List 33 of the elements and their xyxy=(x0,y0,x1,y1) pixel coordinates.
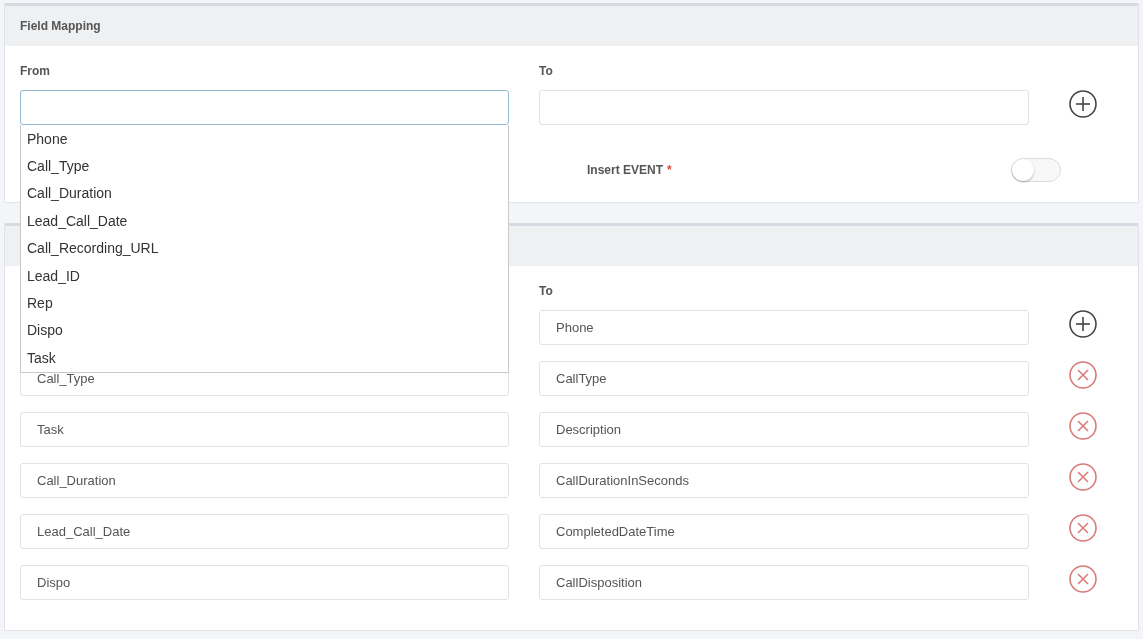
dropdown-option[interactable]: Lead_Call_Date xyxy=(21,207,508,235)
x-circle-icon[interactable] xyxy=(1069,412,1097,440)
text-field[interactable]: Phone xyxy=(539,310,1029,345)
dropdown-option[interactable]: Lead_ID xyxy=(21,261,508,290)
text-field[interactable]: CallDurationInSeconds xyxy=(539,463,1029,498)
x-circle-icon[interactable] xyxy=(1069,514,1097,542)
x-circle-icon[interactable] xyxy=(1069,463,1097,491)
text-field[interactable]: CompletedDateTime xyxy=(539,514,1029,549)
dropdown-option[interactable]: Phone xyxy=(21,125,508,153)
text-field[interactable]: Description xyxy=(539,412,1029,447)
plus-circle-icon[interactable] xyxy=(1069,90,1097,118)
x-circle-icon[interactable] xyxy=(1069,565,1097,593)
dropdown-option[interactable]: Call_Duration xyxy=(21,179,508,208)
text-field[interactable]: Dispo xyxy=(20,565,509,600)
field-label: To xyxy=(539,284,553,298)
text-field[interactable]: Task xyxy=(20,412,509,447)
text-field[interactable]: CallType xyxy=(539,361,1029,396)
field-label: To xyxy=(539,64,553,78)
dropdown-option[interactable]: Call_Type xyxy=(21,152,508,180)
required-mark: * xyxy=(667,163,672,177)
dropdown-option[interactable]: Call_Recording_URL xyxy=(21,234,508,262)
dropdown-option[interactable]: Rep xyxy=(21,289,508,317)
plus-circle-icon[interactable] xyxy=(1069,310,1097,338)
field-label: Insert EVENT xyxy=(587,163,664,177)
text-field[interactable]: Lead_Call_Date xyxy=(20,514,509,549)
toggle-switch[interactable] xyxy=(1011,158,1061,182)
text-field[interactable]: CallDisposition xyxy=(539,565,1029,600)
text-field[interactable]: Call_Duration xyxy=(20,463,509,498)
dropdown-option[interactable]: Dispo xyxy=(21,316,508,345)
field-label: From xyxy=(20,64,50,78)
x-circle-icon[interactable] xyxy=(1069,361,1097,389)
panel-title: Field Mapping xyxy=(20,19,101,33)
text-field[interactable] xyxy=(20,90,509,125)
